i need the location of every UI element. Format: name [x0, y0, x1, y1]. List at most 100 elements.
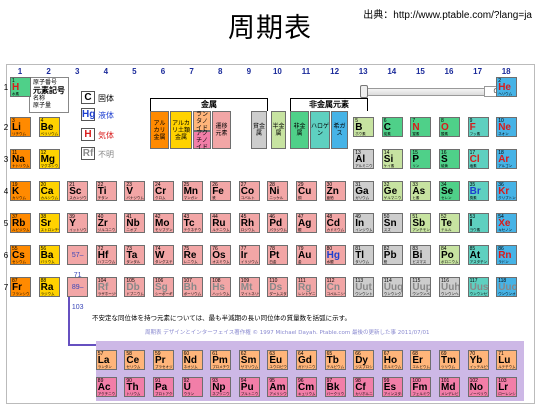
element-cell-b[interactable]: 5 B ホウ素: [353, 117, 375, 137]
f-block-placeholder[interactable]: 57–71: [67, 245, 89, 279]
element-cell-hg[interactable]: 80 Hg 水銀: [324, 245, 346, 265]
element-cell-ni[interactable]: 28 Ni ニッケル: [267, 181, 289, 201]
element-cell-al[interactable]: 13 Al アルミニウム: [353, 149, 375, 169]
element-cell-lr[interactable]: 103Lrローレンシウム: [496, 377, 518, 397]
element-cell-pt[interactable]: 78 Pt 白金: [267, 245, 289, 265]
element-cell-ag[interactable]: 47 Ag 銀: [296, 213, 317, 233]
element-cell-be[interactable]: 4 Be ベリリウム: [38, 117, 60, 137]
element-cell-ar[interactable]: 18 Ar アルゴン: [496, 149, 518, 169]
temperature-slider-track[interactable]: [362, 88, 494, 96]
element-cell-pb[interactable]: 82 Pb 鉛: [381, 245, 403, 265]
element-cell-fe[interactable]: 26 Fe 鉄: [210, 181, 232, 201]
element-cell-ac[interactable]: 89 Ac アクチニウム: [95, 377, 117, 397]
element-cell-hf[interactable]: 72 Hf ハフニウム: [95, 245, 117, 265]
element-cell-uut[interactable]: 113Uutウンウントリウム: [353, 277, 375, 297]
element-cell-lu[interactable]: 71 Lu ルテチウム: [496, 350, 518, 370]
element-cell-tc[interactable]: 43 Tc テクネチウム: [181, 213, 203, 233]
element-cell-ba[interactable]: 56 Ba バリウム: [38, 245, 60, 265]
element-cell-ir[interactable]: 77 Ir イリジウム: [238, 245, 260, 265]
element-cell-rf[interactable]: 104Rfラザホージウム: [95, 277, 117, 297]
element-cell-au[interactable]: 79 Au 金: [296, 245, 317, 265]
element-cell-sn[interactable]: 50 Sn スズ: [381, 213, 403, 233]
element-cell-ds[interactable]: 110Dsダームスタチウム: [267, 277, 289, 297]
element-cell-co[interactable]: 27 Co コバルト: [238, 181, 260, 201]
element-cell-bi[interactable]: 83 Bi ビスマス: [410, 245, 432, 265]
element-cell-tl[interactable]: 81 Tl タリウム: [353, 245, 375, 265]
element-cell-ru[interactable]: 44 Ru ルテニウム: [210, 213, 232, 233]
element-cell-pr[interactable]: 59 Pr プラセオジム: [153, 350, 174, 370]
element-cell-ge[interactable]: 32 Ge ゲルマニウム: [381, 181, 403, 201]
element-cell-cu[interactable]: 29 Cu 銅: [296, 181, 317, 201]
element-cell-y[interactable]: 39 Y イットリウム: [67, 213, 89, 233]
element-cell-h[interactable]: 1 H 水素: [10, 77, 31, 97]
element-cell-cl[interactable]: 17 Cl 塩素: [467, 149, 489, 169]
element-cell-i[interactable]: 53 I ヨウ素: [467, 213, 489, 233]
element-cell-cn[interactable]: 112Cnコペルニシウム: [324, 277, 346, 297]
element-cell-ca[interactable]: 20 Ca カルシウム: [38, 181, 60, 201]
element-cell-fr[interactable]: 87 Fr フランシウム: [10, 277, 31, 297]
element-cell-cs[interactable]: 55 Cs セシウム: [10, 245, 31, 265]
element-cell-cf[interactable]: 98Cfカリホルニウム: [353, 377, 375, 397]
element-cell-p[interactable]: 15 P リン: [410, 149, 432, 169]
element-cell-os[interactable]: 76 Os オスミウム: [210, 245, 232, 265]
element-cell-o[interactable]: 8 O 酸素: [439, 117, 460, 137]
element-cell-mn[interactable]: 25 Mn マンガン: [181, 181, 203, 201]
element-cell-zr[interactable]: 40 Zr ジルコニウム: [95, 213, 117, 233]
element-cell-sr[interactable]: 38Srストロンチウム: [38, 213, 60, 233]
f-block-placeholder[interactable]: 89–103: [67, 277, 89, 311]
element-cell-na[interactable]: 11 Na ナトリウム: [10, 149, 31, 169]
element-cell-at[interactable]: 85 At アスタチン: [467, 245, 489, 265]
element-cell-la[interactable]: 57 La ランタン: [95, 350, 117, 370]
element-cell-ti[interactable]: 22 Ti チタン: [95, 181, 117, 201]
element-cell-ga[interactable]: 31 Ga ガリウム: [353, 181, 375, 201]
element-cell-br[interactable]: 35 Br 臭素: [467, 181, 489, 201]
element-cell-yb[interactable]: 70Ybイッテルビウム: [467, 350, 489, 370]
element-cell-db[interactable]: 105 Db ドブニウム: [124, 277, 146, 297]
element-cell-sb[interactable]: 51 Sb アンチモン: [410, 213, 432, 233]
element-cell-si[interactable]: 14 Si ケイ素: [381, 149, 403, 169]
element-cell-rh[interactable]: 45 Rh ロジウム: [238, 213, 260, 233]
element-cell-no[interactable]: 102 No ノーベリウム: [467, 377, 489, 397]
element-cell-li[interactable]: 3 Li リチウム: [10, 117, 31, 137]
element-cell-in[interactable]: 49 In インジウム: [353, 213, 375, 233]
element-cell-pu[interactable]: 94 Pu プルトニウム: [238, 377, 260, 397]
element-cell-uuq[interactable]: 114Uuqウンウンクアジウム: [381, 277, 403, 297]
element-cell-u[interactable]: 92 U ウラン: [181, 377, 203, 397]
element-cell-cm[interactable]: 96 Cm キュリウム: [296, 377, 317, 397]
element-cell-bh[interactable]: 107 Bh ボーリウム: [181, 277, 203, 297]
element-cell-hs[interactable]: 108 Hs ハッシウム: [210, 277, 232, 297]
element-cell-dy[interactable]: 66Dyジスプロシウム: [353, 350, 375, 370]
element-cell-v[interactable]: 23 V バナジウム: [124, 181, 146, 201]
element-cell-mg[interactable]: 12 Mg マグネシウム: [38, 149, 60, 169]
element-cell-sc[interactable]: 21 Sc スカンジウム: [67, 181, 89, 201]
element-cell-th[interactable]: 90 Th トリウム: [124, 377, 146, 397]
element-cell-eu[interactable]: 63 Eu ユウロピウム: [267, 350, 289, 370]
element-cell-pm[interactable]: 61 Pm プロメチウム: [210, 350, 232, 370]
element-cell-k[interactable]: 19 K カリウム: [10, 181, 31, 201]
element-cell-rn[interactable]: 86 Rn ラドン: [496, 245, 518, 265]
element-cell-po[interactable]: 84 Po ポロニウム: [439, 245, 460, 265]
element-cell-ce[interactable]: 58 Ce セリウム: [124, 350, 146, 370]
element-cell-nb[interactable]: 41 Nb ニオブ: [124, 213, 146, 233]
element-cell-sm[interactable]: 62 Sm サマリウム: [238, 350, 260, 370]
element-cell-mo[interactable]: 42 Mo モリブデン: [153, 213, 174, 233]
element-cell-zn[interactable]: 30 Zn 亜鉛: [324, 181, 346, 201]
element-cell-c[interactable]: 6 C 炭素: [381, 117, 403, 137]
element-cell-sg[interactable]: 106Sgシーボーギウム: [153, 277, 174, 297]
element-cell-es[interactable]: 99Esアインスタイニウム: [381, 377, 403, 397]
temperature-slider-handle[interactable]: [360, 85, 368, 98]
element-cell-te[interactable]: 52 Te テルル: [439, 213, 460, 233]
element-cell-s[interactable]: 16 S 硫黄: [439, 149, 460, 169]
element-cell-cr[interactable]: 24 Cr クロム: [153, 181, 174, 201]
element-cell-ne[interactable]: 10 Ne ネオン: [496, 117, 518, 137]
element-cell-tb[interactable]: 65 Tb テルビウム: [324, 350, 346, 370]
element-cell-uup[interactable]: 115Uupウンウンペンチウム: [410, 277, 432, 297]
element-cell-tm[interactable]: 69 Tm ツリウム: [439, 350, 460, 370]
element-cell-he[interactable]: 2 He ヘリウム: [496, 77, 518, 97]
element-cell-am[interactable]: 95 Am アメリシウム: [267, 377, 289, 397]
element-cell-ho[interactable]: 67 Ho ホルミウム: [381, 350, 403, 370]
element-cell-md[interactable]: 101Mdメンデレビウム: [439, 377, 460, 397]
element-cell-uuh[interactable]: 116Uuhウンウンヘキシウム: [439, 277, 460, 297]
element-cell-mt[interactable]: 109Mtマイトネリウム: [238, 277, 260, 297]
element-cell-fm[interactable]: 100 Fm フェルミウム: [410, 377, 432, 397]
